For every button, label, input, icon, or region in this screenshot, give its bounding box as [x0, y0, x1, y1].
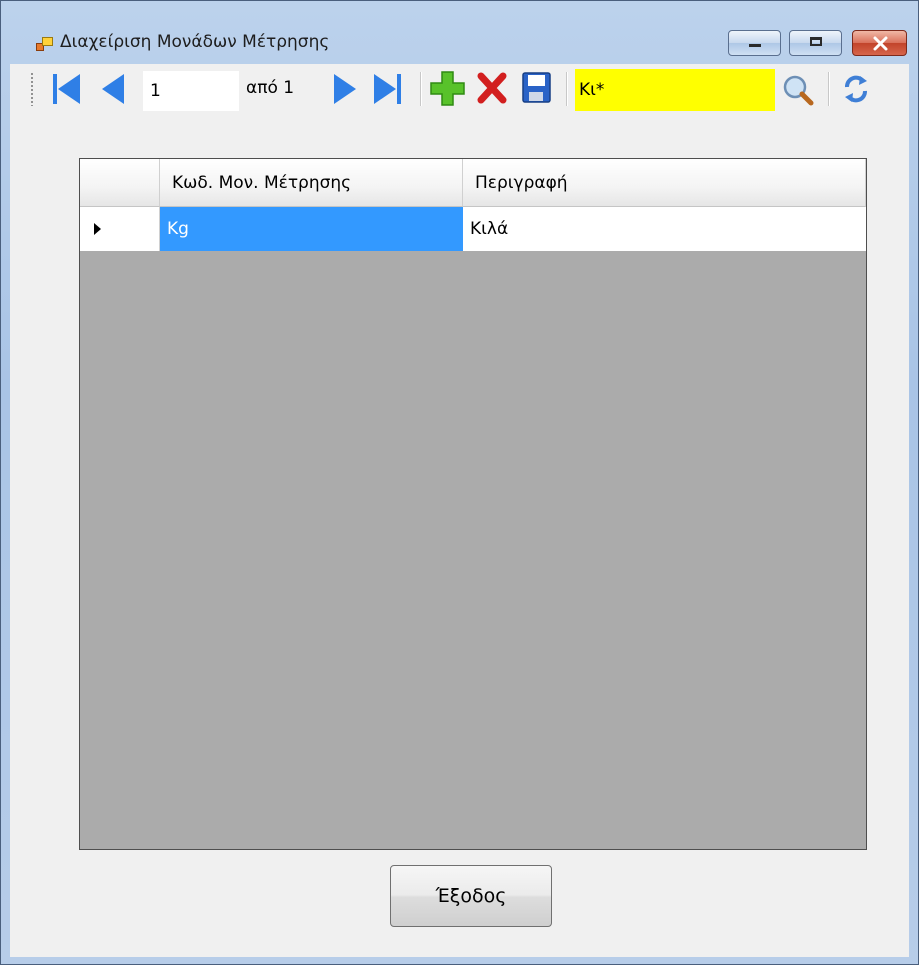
app-icon — [36, 37, 53, 51]
move-previous-icon — [102, 74, 124, 104]
cell-text: Κιλά — [470, 219, 509, 239]
cell-text: Kg — [167, 219, 189, 239]
move-last-icon — [374, 74, 401, 104]
table-cell-code[interactable]: Kg — [160, 207, 463, 251]
move-first-button[interactable] — [47, 66, 85, 110]
search-icon — [783, 75, 814, 106]
minimize-icon — [749, 44, 761, 47]
toolbar-grip[interactable] — [30, 72, 34, 106]
current-row-indicator-icon — [94, 223, 101, 235]
refresh-icon — [845, 75, 867, 103]
minimize-button[interactable] — [728, 30, 781, 56]
delete-button[interactable] — [474, 66, 510, 110]
maximize-icon — [810, 37, 822, 46]
grid-corner-header[interactable] — [80, 159, 160, 207]
refresh-button[interactable] — [838, 66, 874, 110]
save-icon — [522, 72, 551, 103]
move-previous-button[interactable] — [98, 66, 128, 110]
toolbar-separator — [566, 72, 567, 106]
column-header-code[interactable]: Κωδ. Μον. Μέτρησης — [160, 159, 463, 207]
close-button[interactable] — [852, 30, 907, 56]
table-cell-description[interactable]: Κιλά — [463, 207, 866, 251]
position-input[interactable] — [143, 71, 239, 111]
move-next-button[interactable] — [330, 66, 360, 110]
maximize-button[interactable] — [789, 30, 842, 56]
toolbar-separator — [420, 72, 421, 106]
column-header-label: Κωδ. Μον. Μέτρησης — [172, 173, 352, 193]
add-icon — [430, 71, 465, 106]
toolbar-separator — [828, 72, 829, 106]
window-title: Διαχείριση Μονάδων Μέτρησης — [60, 32, 330, 52]
exit-button[interactable]: Έξοδος — [390, 865, 552, 927]
close-icon — [873, 36, 888, 51]
add-button[interactable] — [430, 66, 466, 110]
count-label: από 1 — [246, 78, 295, 98]
column-header-description[interactable]: Περιγραφή — [463, 159, 866, 207]
move-last-button[interactable] — [370, 66, 408, 110]
column-header-label: Περιγραφή — [475, 173, 568, 193]
search-button[interactable] — [780, 66, 816, 110]
title-bar[interactable] — [1, 1, 919, 35]
row-header[interactable] — [80, 207, 160, 251]
move-first-icon — [53, 74, 80, 104]
search-input[interactable] — [575, 69, 775, 111]
save-button[interactable] — [518, 66, 554, 110]
move-next-icon — [334, 74, 356, 104]
data-grid[interactable]: Κωδ. Μον. Μέτρησης Περιγραφή Kg Κιλά — [79, 158, 867, 850]
delete-icon — [477, 72, 507, 104]
